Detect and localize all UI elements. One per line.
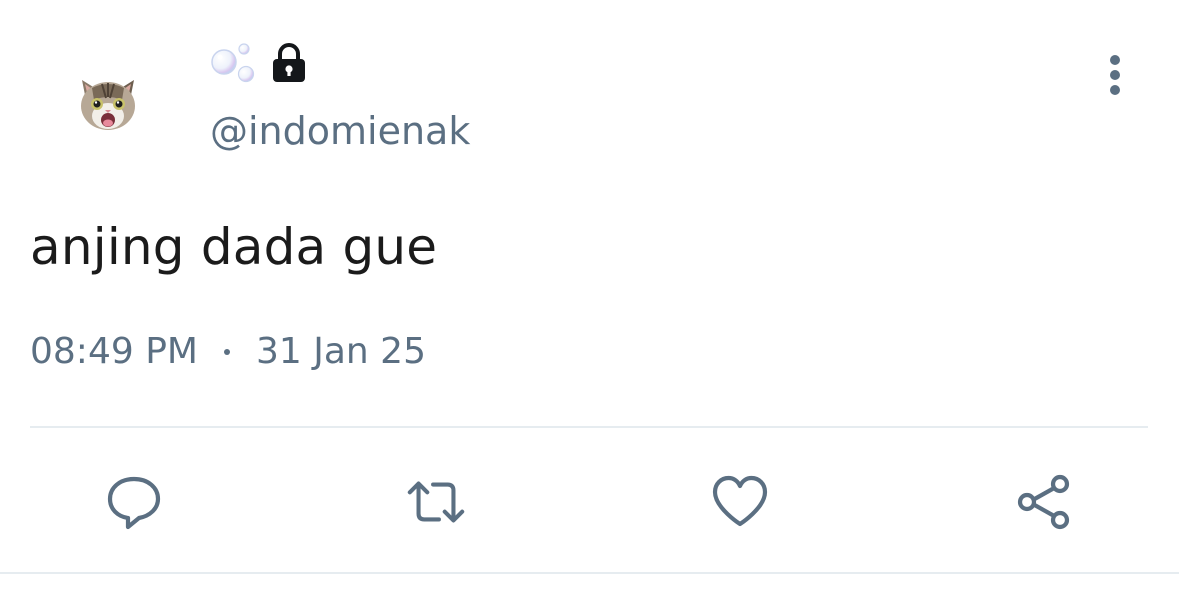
tweet-time: 08:49 PM	[30, 331, 198, 372]
tweet-detail: @indomienak anjing dada gue 08:49 PM 31 …	[0, 0, 1179, 591]
bubbles-icon	[211, 43, 255, 83]
user-handle[interactable]: @indomienak	[210, 108, 470, 154]
more-options-icon[interactable]	[1098, 52, 1132, 98]
display-name[interactable]	[208, 40, 310, 86]
tweet-date: 31 Jan 25	[255, 331, 426, 372]
cat-avatar-icon	[81, 80, 135, 130]
heart-icon	[712, 475, 768, 527]
reply-button[interactable]	[102, 470, 166, 534]
separator-dot	[223, 349, 230, 355]
retweet-button[interactable]	[404, 470, 468, 534]
avatar[interactable]	[72, 66, 144, 138]
share-icon	[1017, 474, 1070, 530]
retweet-icon	[407, 481, 465, 523]
divider	[30, 426, 1148, 428]
reply-icon	[107, 476, 161, 530]
bottom-divider	[0, 572, 1179, 574]
share-button[interactable]	[1012, 470, 1076, 534]
tweet-timestamp: 08:49 PM 31 Jan 25	[30, 330, 426, 374]
like-button[interactable]	[708, 470, 772, 534]
tweet-text: anjing dada gue	[30, 218, 438, 276]
lock-icon	[273, 43, 305, 82]
